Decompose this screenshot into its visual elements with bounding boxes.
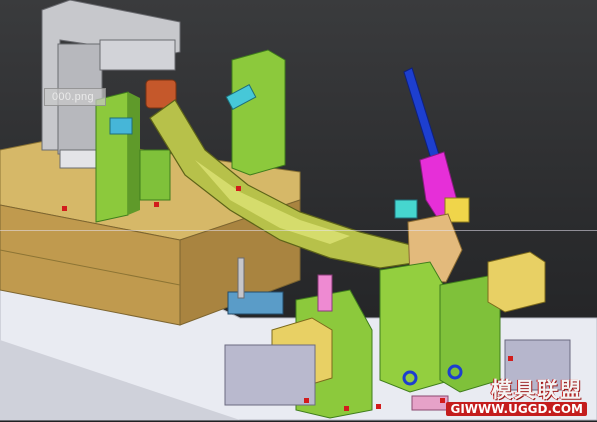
press-block xyxy=(99,39,176,71)
cyan-cylinder-b xyxy=(109,117,133,135)
blue-handle xyxy=(403,67,441,163)
left-green-pillar xyxy=(95,91,129,223)
right-green-pillar xyxy=(231,49,286,176)
watermark-url: GIWWW.UGGD.COM xyxy=(446,402,587,416)
watermark-title: 模具联盟 xyxy=(491,378,583,402)
press-foot xyxy=(59,149,101,169)
front-toggle-clamp xyxy=(227,291,284,315)
selection-guide-line xyxy=(0,230,597,231)
left-green-pillar-side xyxy=(128,92,140,215)
file-label-text: 000.png xyxy=(52,91,94,103)
cyan-cylinder-c xyxy=(394,199,418,219)
front-toggle-handle xyxy=(237,257,245,299)
fixture-3d-model[interactable] xyxy=(0,0,597,422)
yellow-motor-right xyxy=(487,251,546,313)
file-label-tag: 000.png xyxy=(44,88,106,106)
cad-viewport[interactable]: 000.png 模具联盟 GIWWW.UGGD.COM xyxy=(0,0,597,422)
site-watermark: 模具联盟 GIWWW.UGGD.COM xyxy=(446,372,591,418)
magenta-pin xyxy=(317,274,333,312)
lavender-base-left xyxy=(224,344,316,406)
center-green-block xyxy=(139,149,171,201)
